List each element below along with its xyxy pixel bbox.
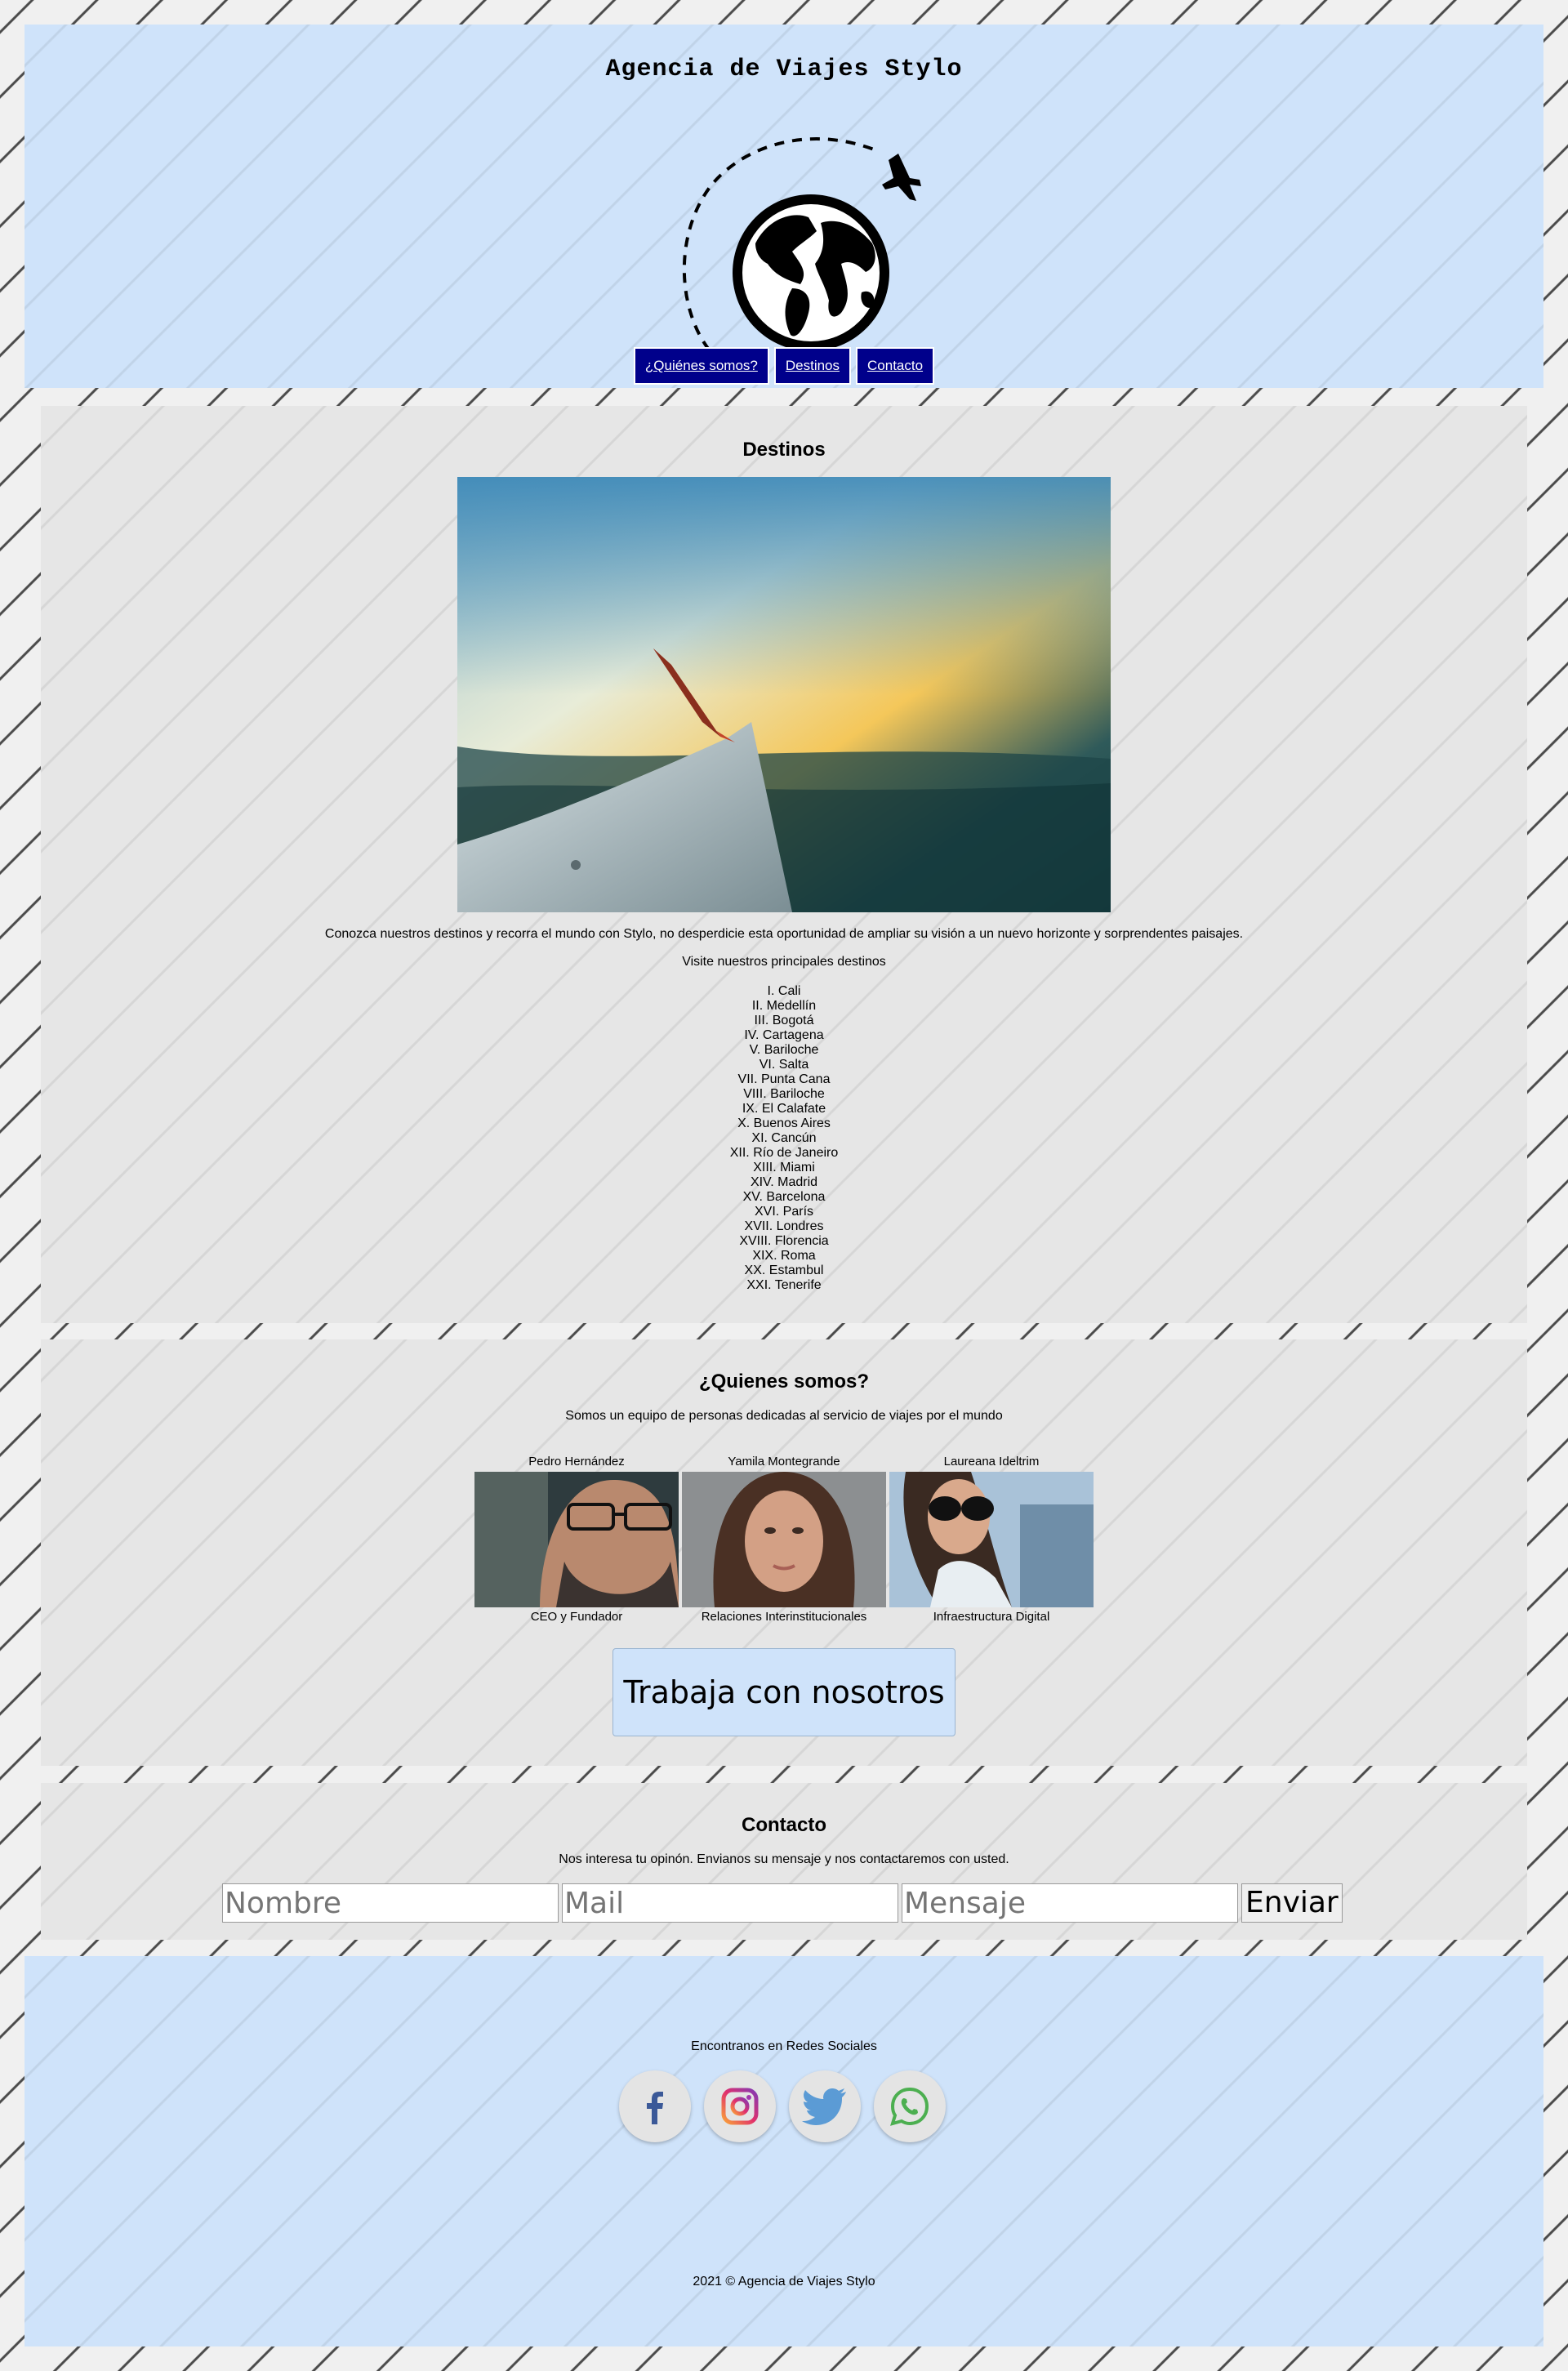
twitter-link[interactable] xyxy=(789,2070,861,2142)
destinos-intro: Conozca nuestros destinos y recorra el m… xyxy=(324,927,1244,941)
list-item: III. Bogotá xyxy=(754,1014,814,1027)
whatsapp-link[interactable] xyxy=(874,2070,946,2142)
facebook-icon xyxy=(647,2092,663,2124)
list-item: XI. Cancún xyxy=(751,1131,817,1145)
main-nav: ¿Quiénes somos? Destinos Contacto xyxy=(24,347,1544,385)
member-role: Infraestructura Digital xyxy=(933,1610,1050,1624)
list-item: XIX. Roma xyxy=(752,1249,816,1263)
site-footer: Encontranos en Redes Sociales 2021 © Age… xyxy=(24,1956,1544,2346)
instagram-link[interactable] xyxy=(704,2070,776,2142)
list-item: XII. Río de Janeiro xyxy=(729,1146,839,1160)
list-item: VI. Salta xyxy=(759,1058,809,1072)
list-item: XXI. Tenerife xyxy=(746,1278,822,1292)
contacto-title: Contacto xyxy=(742,1814,826,1836)
destinos-list-heading: Visite nuestros principales destinos xyxy=(682,955,886,969)
list-item: XIII. Miami xyxy=(753,1161,815,1174)
facebook-link[interactable] xyxy=(619,2070,691,2142)
twitter-icon xyxy=(802,2088,846,2125)
whatsapp-icon xyxy=(890,2087,929,2126)
member-photo xyxy=(889,1472,1094,1607)
mail-field[interactable] xyxy=(562,1883,898,1923)
list-item: IX. El Calafate xyxy=(742,1102,826,1116)
team-member: Laureana Ideltrim Infraestructura Digita… xyxy=(889,1452,1094,1627)
list-item: XVIII. Florencia xyxy=(739,1234,829,1248)
destinations-list: I. Cali II. Medellín III. Bogotá IV. Car… xyxy=(41,984,1527,1293)
list-item: XV. Barcelona xyxy=(742,1190,826,1204)
hero-image xyxy=(457,477,1111,912)
team-member: Pedro Hernández CEO y Fundador xyxy=(474,1452,679,1627)
name-field[interactable] xyxy=(222,1883,559,1923)
member-photo xyxy=(474,1472,679,1607)
list-item: XIV. Madrid xyxy=(750,1175,818,1189)
list-item: IV. Cartagena xyxy=(744,1028,824,1042)
list-item: V. Bariloche xyxy=(749,1043,819,1057)
list-item: XX. Estambul xyxy=(744,1263,824,1277)
contacto-section: Contacto Nos interesa tu opinón. Enviano… xyxy=(41,1783,1527,1940)
destinos-title: Destinos xyxy=(742,439,826,461)
team-gallery: Pedro Hernández CEO y Fundador Yamila Mo… xyxy=(474,1452,1094,1627)
nav-link-destinos[interactable]: Destinos xyxy=(773,347,852,385)
instagram-icon xyxy=(721,2088,759,2125)
list-item: XVII. Londres xyxy=(744,1219,824,1233)
copyright: 2021 © Agencia de Viajes Stylo xyxy=(693,2275,875,2289)
list-item: II. Medellín xyxy=(751,999,817,1013)
destinos-section: Destinos Conozca nuestros destinos y rec… xyxy=(41,406,1527,1323)
message-field[interactable] xyxy=(902,1883,1238,1923)
work-with-us-button[interactable]: Trabaja con nosotros xyxy=(612,1648,956,1736)
list-item: X. Buenos Aires xyxy=(737,1116,831,1130)
quienes-section: ¿Quienes somos? Somos un equipo de perso… xyxy=(41,1339,1527,1766)
member-role: Relaciones Interinstitucionales xyxy=(701,1610,867,1624)
quienes-title: ¿Quienes somos? xyxy=(698,1370,870,1393)
list-item: VIII. Bariloche xyxy=(743,1087,825,1101)
nav-link-quienes[interactable]: ¿Quiénes somos? xyxy=(633,347,769,385)
member-name: Laureana Ideltrim xyxy=(943,1455,1040,1469)
member-role: CEO y Fundador xyxy=(530,1610,623,1624)
site-header: Agencia de Viajes Stylo ¿Quiénes somos? … xyxy=(24,25,1544,388)
send-button[interactable]: Enviar xyxy=(1241,1883,1343,1923)
list-item: XVI. París xyxy=(754,1205,814,1219)
member-name: Yamila Montegrande xyxy=(728,1455,840,1469)
member-name: Pedro Hernández xyxy=(528,1455,625,1469)
list-item: I. Cali xyxy=(767,984,801,998)
social-label: Encontranos en Redes Sociales xyxy=(691,2039,877,2053)
globe-airplane-logo xyxy=(682,137,921,351)
nav-link-contacto[interactable]: Contacto xyxy=(856,347,935,385)
quienes-intro: Somos un equipo de personas dedicadas al… xyxy=(565,1409,1003,1423)
contact-form: Enviar xyxy=(222,1883,1343,1923)
member-photo xyxy=(682,1472,886,1607)
site-title: Agencia de Viajes Stylo xyxy=(605,56,963,83)
team-member: Yamila Montegrande Relaciones Interinsti… xyxy=(682,1452,886,1627)
list-item: VII. Punta Cana xyxy=(737,1072,831,1086)
social-links xyxy=(619,2070,946,2142)
contacto-intro: Nos interesa tu opinón. Envianos su mens… xyxy=(559,1852,1009,1866)
